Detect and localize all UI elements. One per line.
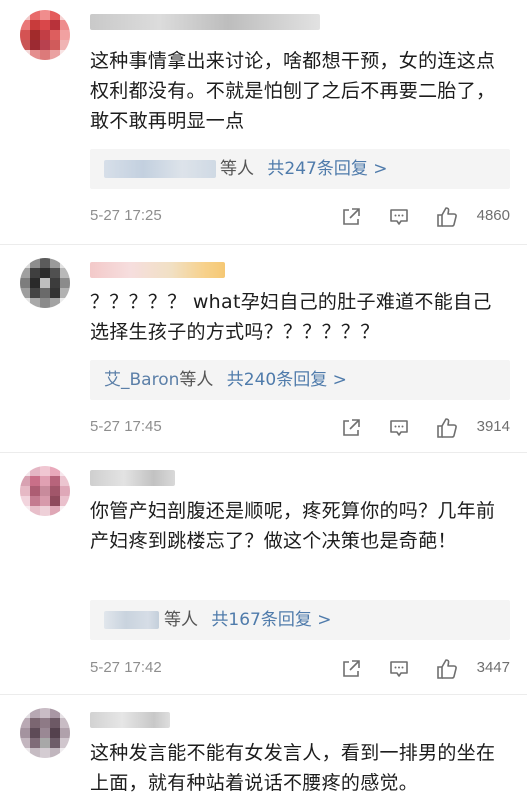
username-redacted[interactable] <box>90 262 225 278</box>
comment-time: 5-27 17:25 <box>90 207 162 224</box>
comment-meta: 5-27 17:42 3447 <box>90 658 510 680</box>
comment-meta: 5-27 17:45 3914 <box>90 417 510 439</box>
reply-summary-box[interactable]: 等人 共167条回复 > <box>90 600 510 640</box>
reply-usernames-redacted <box>104 160 216 178</box>
comment-icon[interactable] <box>388 417 410 439</box>
reply-suffix: 等人 <box>164 610 198 630</box>
reply-suffix: 等人 <box>220 159 254 179</box>
avatar[interactable] <box>20 466 70 516</box>
divider <box>0 244 527 245</box>
comment-text: 这种事情拿出来讨论，啥都想干预，女的连这点权利都没有。不就是怕刨了之后不再要二胎… <box>90 50 496 132</box>
reply-summary-box[interactable]: 等人 共247条回复 > <box>90 149 510 189</box>
thumbs-up-icon[interactable] <box>436 658 458 680</box>
share-icon[interactable] <box>340 658 362 680</box>
comment-time: 5-27 17:42 <box>90 659 162 676</box>
reply-count-link[interactable]: 共240条回复 > <box>227 370 347 390</box>
comment-time: 5-27 17:45 <box>90 418 162 435</box>
comment-icon[interactable] <box>388 658 410 680</box>
reply-suffix: 等人 <box>179 370 214 390</box>
share-icon[interactable] <box>340 206 362 228</box>
username-redacted[interactable] <box>90 712 170 728</box>
like-count: 3447 <box>476 659 510 676</box>
like-count: 3914 <box>476 418 510 435</box>
thumbs-up-icon[interactable] <box>436 417 458 439</box>
avatar[interactable] <box>20 258 70 308</box>
comment-icon[interactable] <box>388 206 410 228</box>
username-redacted[interactable] <box>90 470 175 486</box>
comment-text: 这种发言能不能有女发言人，看到一排男的坐在上面，就有种站着说话不腰疼的感觉。 <box>90 742 496 794</box>
thumbs-up-icon[interactable] <box>436 206 458 228</box>
avatar[interactable] <box>20 10 70 60</box>
reply-count-link[interactable]: 共247条回复 > <box>267 159 387 179</box>
reply-usernames-redacted <box>104 611 159 629</box>
divider <box>0 452 527 453</box>
avatar[interactable] <box>20 708 70 758</box>
share-icon[interactable] <box>340 417 362 439</box>
comment-text: 你管产妇剖腹还是顺呢，疼死算你的吗？几年前产妇疼到跳楼忘了？做这个决策也是奇葩！ <box>90 500 496 552</box>
username-redacted[interactable] <box>90 14 320 30</box>
divider <box>0 694 527 695</box>
comment-meta: 5-27 17:25 4860 <box>90 206 510 228</box>
comment-text: ？？？？？ what孕妇自己的肚子难道不能自己选择生孩子的方式吗？？？？？？ <box>90 291 492 343</box>
reply-count-link[interactable]: 共167条回复 > <box>211 610 331 630</box>
reply-username-link[interactable]: 艾_Baron <box>104 370 179 390</box>
like-count: 4860 <box>476 207 510 224</box>
reply-summary-box[interactable]: 艾_Baron等人 共240条回复 > <box>90 360 510 400</box>
